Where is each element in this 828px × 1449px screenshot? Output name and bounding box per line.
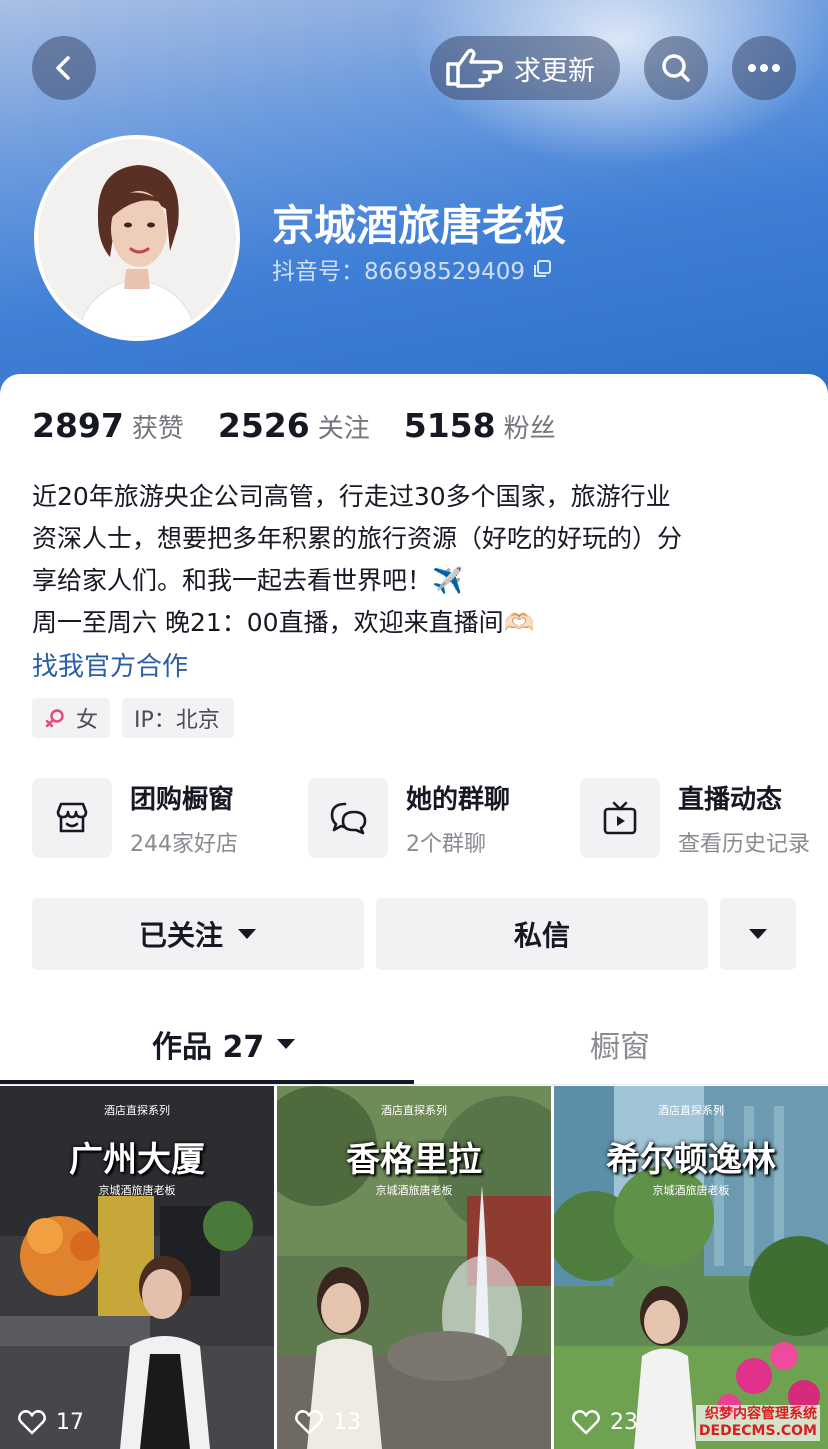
video-likes: 17 <box>18 1409 84 1435</box>
tab-showcase[interactable]: 橱窗 <box>590 1022 650 1066</box>
followers-label: 粉丝 <box>503 414 556 444</box>
avatar-photo <box>38 139 236 337</box>
message-button-label: 私信 <box>513 919 570 952</box>
video-series-label: 酒店直探系列 <box>104 1104 170 1117</box>
video-series-label: 酒店直探系列 <box>658 1104 724 1117</box>
copy-icon[interactable] <box>531 258 553 280</box>
request-update-label: 求更新 <box>514 55 595 87</box>
watermark-line: DEDECMS.COM <box>698 1423 817 1439</box>
feature-title: 团购橱窗 <box>130 784 235 815</box>
heart-icon <box>18 1410 46 1435</box>
video-series-label: 酒店直探系列 <box>381 1104 447 1117</box>
pointing-hand-icon <box>446 48 503 88</box>
following-stat[interactable]: 2526 关注 <box>218 406 370 445</box>
female-icon <box>45 709 64 728</box>
tv-icon-box <box>580 778 660 858</box>
video-thumbnail[interactable]: 酒店直探系列 香格里拉 京城酒旅唐老板 13 <box>277 1086 551 1449</box>
caret-down-icon <box>749 929 767 939</box>
ip-label: IP：北京 <box>134 708 220 733</box>
bio-line: 资深人士，想要把多年积累的旅行资源（好吃的好玩的）分 <box>32 524 683 553</box>
live-history-entry[interactable]: 直播动态 查看历史记录 <box>580 778 810 858</box>
followers-count: 5158 <box>403 406 496 445</box>
chevron-left-icon <box>56 56 70 80</box>
video-like-count: 13 <box>333 1409 361 1435</box>
store-icon-box <box>32 778 112 858</box>
video-likes: 13 <box>295 1409 361 1435</box>
feature-title: 直播动态 <box>678 784 783 815</box>
feature-subtitle: 2个群聊 <box>406 831 486 857</box>
profile-card: 2897 获赞 2526 关注 5158 粉丝 近20年旅游央企公司高管，行走过… <box>0 374 828 1449</box>
more-options-dropdown[interactable] <box>720 898 796 970</box>
group-chat-entry[interactable]: 她的群聊 2个群聊 <box>308 778 510 858</box>
following-button[interactable]: 已关注 <box>32 898 364 970</box>
stats-row: 2897 获赞 2526 关注 5158 粉丝 <box>32 406 590 445</box>
caret-down-icon <box>238 929 256 939</box>
heart-icon <box>572 1410 600 1435</box>
bio: 近20年旅游央企公司高管，行走过30多个国家，旅游行业 资深人士，想要把多年积累… <box>32 476 802 644</box>
followers-stat[interactable]: 5158 粉丝 <box>404 406 556 445</box>
video-like-count: 17 <box>56 1409 84 1435</box>
chat-icon-box <box>308 778 388 858</box>
likes-stat[interactable]: 2897 获赞 <box>32 406 184 445</box>
feature-title: 她的群聊 <box>406 784 511 815</box>
more-button[interactable] <box>732 36 796 100</box>
official-cooperation-link[interactable]: 找我官方合作 <box>32 646 188 683</box>
bio-line: 周一至周六 晚21：00直播，欢迎来直播间🫶🏻 <box>32 608 535 637</box>
feature-subtitle: 244家好店 <box>130 831 238 857</box>
following-count: 2526 <box>217 406 310 445</box>
chat-bubbles-icon <box>330 802 367 835</box>
video-author-label: 京城酒旅唐老板 <box>652 1184 730 1197</box>
video-like-count: 23 <box>610 1409 638 1435</box>
tv-play-icon <box>603 801 637 835</box>
video-title: 希尔顿逸林 <box>606 1140 776 1180</box>
nickname: 京城酒旅唐老板 <box>272 201 567 250</box>
ip-tag: IP：北京 <box>122 698 234 738</box>
likes-label: 获赞 <box>131 414 184 444</box>
store-icon <box>56 802 88 833</box>
video-author-label: 京城酒旅唐老板 <box>98 1184 176 1197</box>
likes-count: 2897 <box>32 406 124 445</box>
gender-tag: 女 <box>32 698 110 738</box>
more-dots-icon <box>748 64 780 72</box>
tab-works[interactable]: 作品 27 <box>152 1022 296 1066</box>
tab-divider <box>0 1084 828 1085</box>
back-button[interactable] <box>32 36 96 100</box>
video-title: 广州大厦 <box>69 1140 205 1180</box>
video-thumbnail[interactable]: 酒店直探系列 希尔顿逸林 京城酒旅唐老板 23 织梦内容管理系统 DEDECMS… <box>554 1086 828 1449</box>
bio-line: 享给家人们。和我一起去看世界吧！✈️ <box>32 566 464 595</box>
watermark-line: 织梦内容管理系统 <box>705 1406 817 1422</box>
video-likes: 23 <box>572 1409 638 1435</box>
request-update-button[interactable]: 求更新 <box>430 36 620 100</box>
feature-subtitle: 查看历史记录 <box>678 831 811 857</box>
site-watermark: 织梦内容管理系统 DEDECMS.COM <box>695 1405 820 1441</box>
douyin-id-text: 抖音号：86698529409 <box>272 259 525 285</box>
video-title: 香格里拉 <box>346 1140 482 1180</box>
tab-works-label: 作品 27 <box>152 1030 265 1065</box>
search-icon <box>662 54 690 82</box>
gender-label: 女 <box>75 708 98 733</box>
caret-down-icon <box>277 1039 296 1049</box>
tab-showcase-label: 橱窗 <box>590 1030 650 1065</box>
avatar[interactable] <box>34 135 240 341</box>
following-button-label: 已关注 <box>138 919 223 952</box>
video-thumbnail[interactable]: 酒店直探系列 广州大厦 京城酒旅唐老板 17 <box>0 1086 274 1449</box>
group-buy-showcase-entry[interactable]: 团购橱窗 244家好店 <box>32 778 238 858</box>
douyin-id[interactable]: 抖音号：86698529409 <box>272 252 553 286</box>
video-author-label: 京城酒旅唐老板 <box>375 1184 453 1197</box>
heart-icon <box>295 1410 323 1435</box>
bio-line: 近20年旅游央企公司高管，行走过30多个国家，旅游行业 <box>32 482 671 511</box>
search-button[interactable] <box>644 36 708 100</box>
message-button[interactable]: 私信 <box>376 898 708 970</box>
following-label: 关注 <box>317 414 370 444</box>
active-tab-indicator <box>0 1080 414 1084</box>
